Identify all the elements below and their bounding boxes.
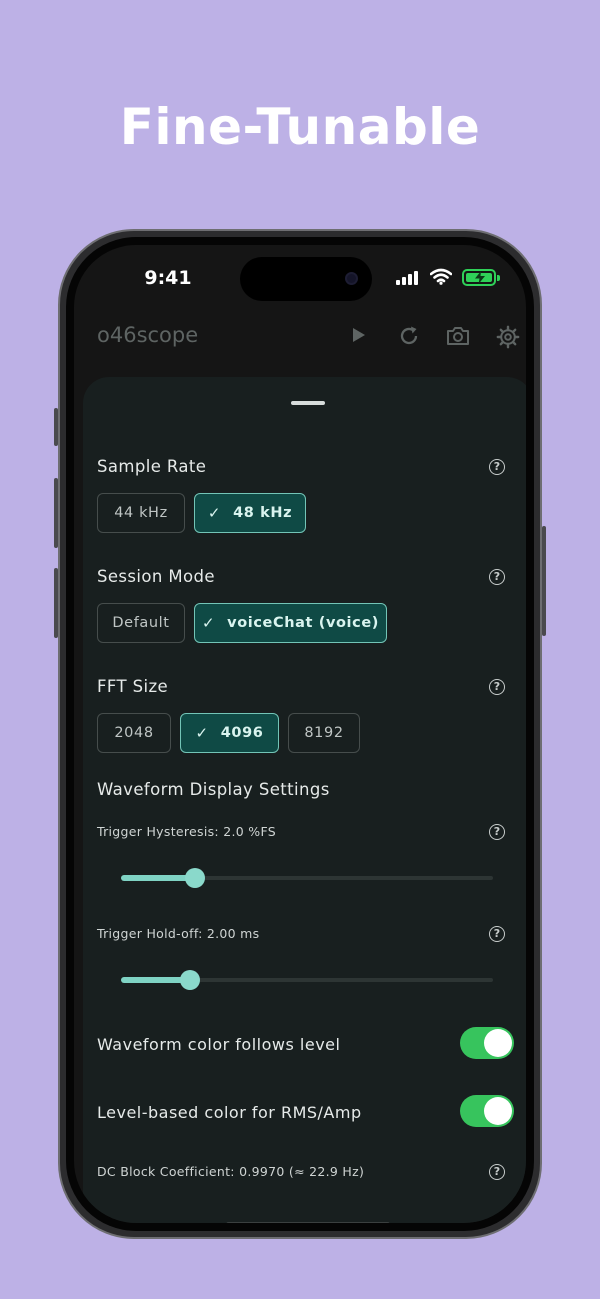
sample-rate-48-chip[interactable]: ✓ 48 kHz	[194, 493, 306, 533]
slider-thumb[interactable]	[185, 868, 206, 888]
battery-icon	[462, 269, 500, 286]
cellular-signal-icon	[396, 271, 422, 285]
slider-thumb[interactable]	[179, 970, 200, 990]
front-camera	[345, 272, 358, 285]
charging-bolt-icon	[475, 271, 485, 284]
power-button	[542, 526, 546, 636]
dc-block-help-icon[interactable]: ?	[489, 1164, 505, 1180]
chip-label: 44 kHz	[114, 505, 168, 521]
app-title: o46scope	[97, 323, 199, 347]
check-icon: ✓	[202, 614, 216, 632]
chip-label: 48 kHz	[233, 505, 293, 521]
chip-label: Default	[112, 615, 170, 631]
trigger-holdoff-label: Trigger Hold-off: 2.00 ms	[97, 926, 260, 941]
chip-label: 2048	[114, 725, 154, 741]
fft-size-8192-chip[interactable]: 8192	[288, 713, 360, 753]
level-color-rms-toggle[interactable]	[460, 1095, 514, 1127]
sample-rate-44-chip[interactable]: 44 kHz	[97, 493, 185, 533]
color-follows-level-label: Waveform color follows level	[97, 1035, 341, 1054]
color-follows-level-toggle[interactable]	[460, 1027, 514, 1059]
refresh-icon[interactable]	[398, 325, 420, 347]
trigger-hysteresis-slider[interactable]	[121, 868, 493, 888]
toggle-knob	[484, 1029, 512, 1057]
trigger-holdoff-help-icon[interactable]: ?	[489, 926, 505, 942]
fft-size-help-icon[interactable]: ?	[489, 679, 505, 695]
session-mode-default-chip[interactable]: Default	[97, 603, 185, 643]
sheet-drag-handle[interactable]	[291, 401, 325, 405]
fft-size-2048-chip[interactable]: 2048	[97, 713, 171, 753]
session-mode-voicechat-chip[interactable]: ✓ voiceChat (voice)	[194, 603, 387, 643]
check-icon: ✓	[207, 504, 222, 522]
trigger-hysteresis-help-icon[interactable]: ?	[489, 824, 505, 840]
phone-bezel: 9:41 o46scope Sample Rate ? 44 kHz ✓ 48 …	[66, 237, 534, 1231]
camera-icon[interactable]	[446, 325, 470, 347]
settings-sheet: Sample Rate ? 44 kHz ✓ 48 kHz Session Mo…	[83, 377, 526, 1223]
play-icon[interactable]	[350, 325, 368, 345]
sample-rate-title: Sample Rate	[97, 457, 207, 476]
chip-label: voiceChat (voice)	[227, 615, 379, 631]
slider-active-track	[121, 875, 196, 881]
trigger-hysteresis-label: Trigger Hysteresis: 2.0 %FS	[97, 824, 276, 839]
trigger-holdoff-slider[interactable]	[121, 970, 493, 990]
level-color-rms-label: Level-based color for RMS/Amp	[97, 1103, 362, 1122]
sample-rate-help-icon[interactable]: ?	[489, 459, 505, 475]
fft-size-4096-chip[interactable]: ✓ 4096	[180, 713, 279, 753]
check-icon: ✓	[195, 724, 209, 742]
phone-screen: 9:41 o46scope Sample Rate ? 44 kHz ✓ 48 …	[74, 245, 526, 1223]
gear-icon[interactable]	[496, 325, 520, 349]
home-indicator[interactable]	[226, 1222, 390, 1223]
chip-label: 8192	[304, 725, 344, 741]
session-mode-help-icon[interactable]: ?	[489, 569, 505, 585]
status-time: 9:41	[144, 267, 192, 289]
chip-label: 4096	[220, 725, 264, 741]
waveform-settings-title: Waveform Display Settings	[97, 780, 330, 799]
wifi-icon	[430, 268, 452, 285]
session-mode-title: Session Mode	[97, 567, 215, 586]
phone-frame: 9:41 o46scope Sample Rate ? 44 kHz ✓ 48 …	[58, 229, 542, 1239]
headline: Fine-Tunable	[119, 98, 481, 156]
dynamic-island	[240, 257, 372, 301]
dc-block-label: DC Block Coefficient: 0.9970 (≈ 22.9 Hz)	[97, 1164, 365, 1179]
toggle-knob	[484, 1097, 512, 1125]
fft-size-title: FFT Size	[97, 677, 169, 696]
